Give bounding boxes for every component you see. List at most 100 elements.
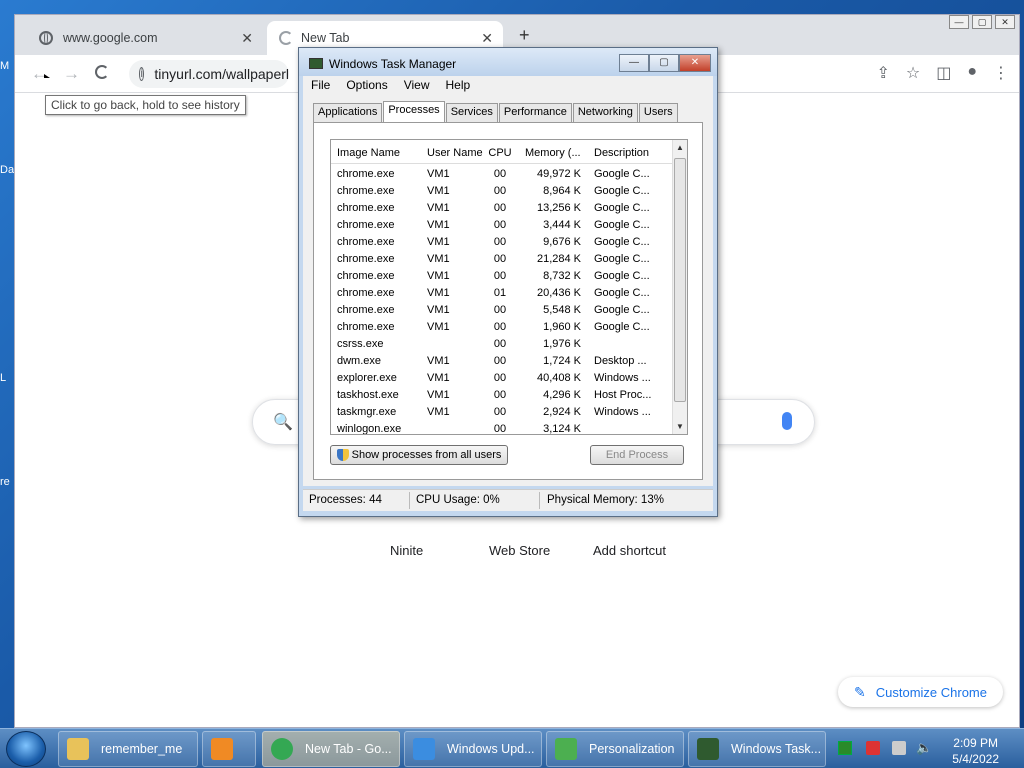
- tab-google[interactable]: www.google.com ✕: [25, 21, 263, 55]
- process-user-name: VM1: [427, 236, 450, 248]
- process-cpu: 00: [493, 202, 507, 214]
- process-description: Windows ...: [594, 406, 651, 418]
- process-image-name: chrome.exe: [337, 304, 395, 316]
- mouse-cursor-icon: [44, 74, 50, 78]
- window-controls: — ▢ ✕: [949, 15, 1015, 29]
- tab-close-icon[interactable]: ✕: [241, 30, 253, 47]
- process-row[interactable]: chrome.exe VM1 00 49,972 K Google C...: [331, 166, 674, 183]
- shortcut-web-store[interactable]: Web Store: [489, 543, 550, 558]
- process-row[interactable]: explorer.exe VM1 00 40,408 K Windows ...: [331, 370, 674, 387]
- process-row[interactable]: chrome.exe VM1 00 3,444 K Google C...: [331, 217, 674, 234]
- forward-button[interactable]: →: [63, 64, 80, 84]
- tab-users[interactable]: Users: [638, 103, 678, 122]
- vertical-scrollbar[interactable]: ▲ ▼: [672, 140, 687, 434]
- process-row[interactable]: taskhost.exe VM1 00 4,296 K Host Proc...: [331, 387, 674, 404]
- menu-help[interactable]: Help: [438, 76, 479, 96]
- status-divider: [539, 492, 540, 509]
- process-row[interactable]: chrome.exe VM1 00 5,548 K Google C...: [331, 302, 674, 319]
- process-image-name: winlogon.exe: [337, 423, 402, 435]
- minimize-button[interactable]: —: [619, 54, 649, 72]
- process-row[interactable]: chrome.exe VM1 00 13,256 K Google C...: [331, 200, 674, 217]
- taskbar-item-personalization[interactable]: Personalization: [546, 731, 684, 767]
- network-icon[interactable]: [892, 741, 906, 755]
- process-row[interactable]: taskmgr.exe VM1 00 2,924 K Windows ...: [331, 404, 674, 421]
- maximize-button[interactable]: ▢: [649, 54, 679, 72]
- process-image-name: chrome.exe: [337, 202, 395, 214]
- taskbar-item-chrome[interactable]: New Tab - Go...: [262, 731, 400, 767]
- side-panel-icon[interactable]: ◫: [936, 63, 951, 83]
- process-description: Google C...: [594, 270, 650, 282]
- menu-options[interactable]: Options: [338, 76, 395, 96]
- menu-view[interactable]: View: [396, 76, 438, 96]
- column-cpu[interactable]: CPU: [485, 147, 515, 159]
- taskbar-item-task-manager[interactable]: Windows Task...: [688, 731, 826, 767]
- reload-icon[interactable]: [95, 65, 109, 79]
- cpu-meter-icon[interactable]: [838, 741, 852, 755]
- minimize-button[interactable]: —: [949, 15, 969, 29]
- scroll-down-icon[interactable]: ▼: [676, 422, 684, 431]
- column-memory[interactable]: Memory (...: [525, 147, 585, 159]
- process-row[interactable]: chrome.exe VM1 00 8,964 K Google C...: [331, 183, 674, 200]
- clock-time: 2:09 PM: [953, 736, 998, 750]
- tab-processes[interactable]: Processes: [383, 101, 445, 122]
- clock[interactable]: 2:09 PM 5/4/2022: [952, 735, 999, 767]
- process-row[interactable]: csrss.exe 00 1,976 K: [331, 336, 674, 353]
- process-list[interactable]: Image Name User Name CPU Memory (... Des…: [330, 139, 688, 435]
- desktop-icon-label[interactable]: Da: [0, 164, 14, 176]
- process-row[interactable]: chrome.exe VM1 01 20,436 K Google C...: [331, 285, 674, 302]
- profile-avatar-icon[interactable]: ●: [967, 63, 977, 83]
- bookmark-star-icon[interactable]: ☆: [906, 63, 920, 83]
- menu-kebab-icon[interactable]: ⋮: [993, 63, 1009, 83]
- taskbar-item-media-player[interactable]: [202, 731, 256, 767]
- process-row[interactable]: chrome.exe VM1 00 1,960 K Google C...: [331, 319, 674, 336]
- volume-icon[interactable]: 🔈: [916, 741, 932, 755]
- close-button[interactable]: ✕: [995, 15, 1015, 29]
- tab-services[interactable]: Services: [445, 103, 498, 122]
- process-image-name: explorer.exe: [337, 372, 397, 384]
- process-row[interactable]: winlogon.exe 00 3,124 K: [331, 421, 674, 435]
- desktop-icon-label[interactable]: M: [0, 60, 9, 72]
- process-user-name: VM1: [427, 304, 450, 316]
- process-row[interactable]: dwm.exe VM1 00 1,724 K Desktop ...: [331, 353, 674, 370]
- tab-close-icon[interactable]: ✕: [481, 30, 493, 47]
- tab-label: New Tab: [301, 31, 350, 45]
- process-row[interactable]: chrome.exe VM1 00 8,732 K Google C...: [331, 268, 674, 285]
- close-button[interactable]: ✕: [679, 54, 711, 72]
- show-all-processes-button[interactable]: Show processes from all users: [330, 445, 508, 465]
- scrollbar-thumb[interactable]: [674, 158, 686, 402]
- tab-performance[interactable]: Performance: [498, 103, 572, 122]
- shortcut-ninite[interactable]: Ninite: [390, 543, 423, 558]
- action-center-icon[interactable]: [866, 741, 880, 755]
- column-user-name[interactable]: User Name: [427, 147, 483, 159]
- folder-icon: [67, 738, 89, 760]
- start-button[interactable]: [6, 731, 46, 767]
- end-process-button[interactable]: End Process: [590, 445, 684, 465]
- taskbar-label: Personalization: [589, 742, 675, 756]
- info-icon[interactable]: i: [139, 67, 145, 81]
- process-row[interactable]: chrome.exe VM1 00 9,676 K Google C...: [331, 234, 674, 251]
- column-description[interactable]: Description: [594, 147, 649, 159]
- desktop-icon-label[interactable]: re: [0, 476, 10, 488]
- process-memory: 13,256 K: [536, 202, 581, 214]
- process-user-name: VM1: [427, 406, 450, 418]
- process-memory: 8,732 K: [543, 270, 581, 282]
- microphone-icon[interactable]: [782, 412, 792, 430]
- process-row[interactable]: chrome.exe VM1 00 21,284 K Google C...: [331, 251, 674, 268]
- process-description: Google C...: [594, 168, 650, 180]
- share-icon[interactable]: ⇪: [876, 63, 889, 83]
- customize-chrome-button[interactable]: ✎ Customize Chrome: [838, 677, 1003, 707]
- shortcut-add[interactable]: Add shortcut: [593, 543, 666, 558]
- scroll-up-icon[interactable]: ▲: [676, 143, 684, 152]
- taskbar-item-windows-update[interactable]: Windows Upd...: [404, 731, 542, 767]
- address-bar[interactable]: i tinyurl.com/wallpaperl: [129, 60, 289, 88]
- tab-applications[interactable]: Applications: [313, 103, 383, 122]
- taskbar-item-remember-me[interactable]: remember_me: [58, 731, 198, 767]
- tab-networking[interactable]: Networking: [572, 103, 638, 122]
- process-memory: 8,964 K: [543, 185, 581, 197]
- desktop-icon-label[interactable]: L: [0, 372, 6, 384]
- task-manager-titlebar[interactable]: Windows Task Manager — ▢ ✕: [299, 48, 717, 76]
- maximize-button[interactable]: ▢: [972, 15, 992, 29]
- new-tab-button[interactable]: +: [519, 25, 530, 46]
- column-image-name[interactable]: Image Name: [337, 147, 400, 159]
- menu-file[interactable]: File: [303, 76, 338, 96]
